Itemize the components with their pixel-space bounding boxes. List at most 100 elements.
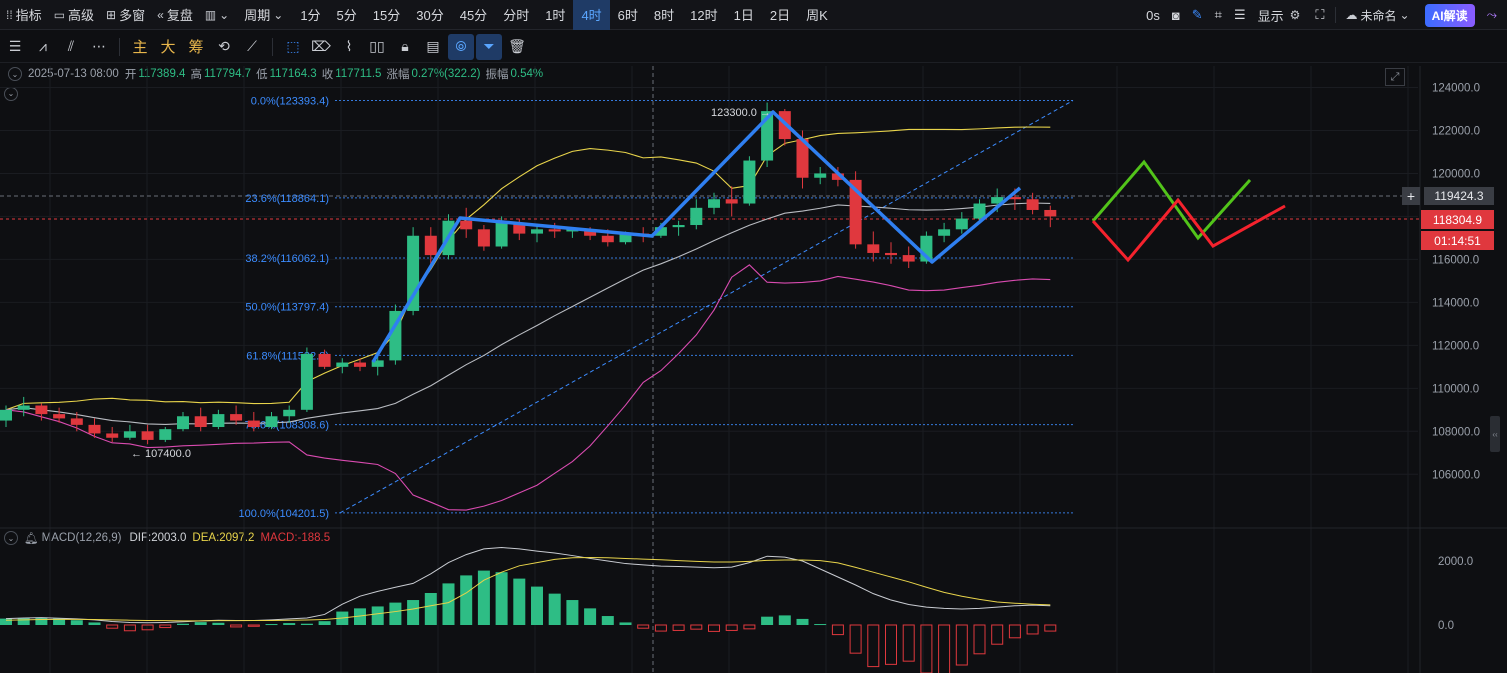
candle-body [17, 405, 30, 410]
period-tab-13[interactable]: 周K [798, 0, 836, 30]
period-tab-5[interactable]: 分时 [495, 0, 537, 30]
candle-body [867, 244, 880, 253]
scrollbar-handle[interactable]: ‹‹ [1490, 416, 1500, 452]
candle-body [35, 405, 48, 415]
indicators-button[interactable]: ⁞⁞ 指标 [0, 0, 48, 30]
chevron-down-icon: ⌄ [273, 7, 284, 22]
period-tab-7[interactable]: 4时 [573, 0, 610, 30]
multi-window-button[interactable]: ⊞ 多窗 [100, 0, 151, 30]
display-button[interactable]: 显示 ⚙ [1252, 0, 1310, 30]
period-tab-1[interactable]: 5分 [329, 0, 365, 30]
more-icon[interactable]: ⋯ [86, 34, 112, 60]
lock-icon[interactable]: 🔒︎ [392, 34, 418, 60]
timer-text: 0s [1146, 7, 1160, 23]
advanced-button[interactable]: ▭ 高级 [48, 0, 100, 30]
trend-drawings [371, 110, 1286, 363]
ohlc-info: ⌄ 2025-07-13 08:00 开 117389.4 高 117794.7 低… [8, 65, 548, 83]
macd-bar [318, 621, 331, 625]
price-tick-label: 120000.0 [1432, 168, 1480, 180]
candle-body [354, 362, 366, 367]
blue-trend-drawing [371, 110, 1022, 363]
fullscreen-chart-icon[interactable]: ⤢ [1385, 68, 1405, 86]
boll-lower-line [5, 264, 1051, 511]
candlesticks: 123300.0 → ← 107400.0 [0, 102, 1057, 460]
menu-icon[interactable]: ☰ [2, 34, 28, 60]
crosshair-add-icon[interactable]: + [1402, 187, 1420, 205]
macd-bar [601, 616, 614, 625]
macd-bar [177, 623, 189, 625]
period-tab-6[interactable]: 1时 [537, 0, 573, 30]
main-indicator-button[interactable]: 主 [127, 34, 153, 60]
macd-bar [902, 624, 915, 662]
macd-panel [0, 547, 1057, 673]
toolbar-right: 0s ◙ ✎ ⌗ ☰ 显示 ⚙ ⛶ ☁ 未命名 ⌄ AI解读 ⤳ [1140, 0, 1507, 30]
wave-icon[interactable]: ⩘ [30, 34, 56, 60]
macd-bar [814, 624, 827, 626]
candle-body [672, 225, 685, 228]
line-tool-icon[interactable]: ⫽ [58, 34, 84, 60]
collapse-icon[interactable]: ⌄ [4, 531, 18, 545]
cloud-save-button[interactable]: ☁ 未命名 ⌄ [1340, 0, 1419, 30]
period-dropdown[interactable]: 周期 ⌄ [238, 0, 292, 30]
magnet-icon[interactable]: ⦾ [448, 33, 474, 60]
candle-body [141, 431, 154, 440]
amplitude-value: 0.54% [510, 68, 544, 80]
camera-icon[interactable]: ◙ [1166, 0, 1186, 30]
period-tab-3[interactable]: 30分 [408, 0, 451, 30]
ai-interpret-button[interactable]: AI解读 [1424, 3, 1475, 27]
candle-body [123, 431, 136, 438]
chip-button[interactable]: 筹 [183, 34, 209, 60]
candle-body [442, 220, 455, 256]
chart-grid [0, 66, 1507, 673]
ruler-icon[interactable]: ⟋ [239, 34, 265, 60]
period-tab-12[interactable]: 2日 [762, 0, 798, 30]
collapse-icon[interactable]: ⌄ [8, 67, 22, 81]
macd-bar [1008, 624, 1021, 639]
candle-body [106, 433, 119, 438]
period-tab-2[interactable]: 15分 [365, 0, 408, 30]
filter-icon[interactable]: ⏷ [476, 33, 502, 60]
candle-body [743, 160, 756, 204]
expand-settings[interactable]: ⌄ [4, 85, 24, 101]
candle-body [336, 362, 349, 367]
note-icon[interactable]: ▤ [420, 34, 446, 60]
bell-icon[interactable]: 🔔︎ [24, 531, 39, 545]
fullscreen-icon[interactable]: ⛶ [1309, 0, 1330, 30]
cursor-icon[interactable]: ⬚ [280, 34, 306, 60]
trash-icon[interactable]: 🗑︎ [504, 34, 530, 60]
big-order-button[interactable]: 大 [155, 34, 181, 60]
period-tab-11[interactable]: 1日 [726, 0, 762, 30]
macd-bar [796, 618, 809, 625]
change-label: 涨幅 [386, 69, 410, 81]
macd-bar [354, 608, 366, 625]
candle-body [70, 418, 83, 425]
period-tab-4[interactable]: 45分 [452, 0, 495, 30]
change-value: 0.27%(322.2) [411, 68, 481, 80]
period-tab-8[interactable]: 6时 [610, 0, 646, 30]
period-tab-9[interactable]: 8时 [646, 0, 682, 30]
candle-body [477, 229, 490, 247]
open-value: 117389.4 [138, 68, 186, 80]
close-label: 收 [321, 69, 334, 81]
high-value: 117794.7 [203, 68, 252, 80]
pen-icon[interactable]: ✎ [1186, 0, 1209, 30]
replay-button[interactable]: «复盘 [151, 0, 199, 30]
macd-bar [336, 611, 349, 625]
period-tab-0[interactable]: 1分 [292, 0, 328, 30]
price-tick-label: 106000.0 [1432, 469, 1480, 481]
price-chart[interactable]: 0.0%(123393.4) 23.6%(118864.1) 38.2%(11606… [0, 0, 1507, 673]
chart-type-button[interactable]: ▥ ⌄ [199, 0, 238, 30]
replay-tool-icon[interactable]: ⟲ [211, 34, 237, 60]
macd-bar [867, 624, 880, 668]
eraser-icon[interactable]: ⌦ [308, 34, 334, 60]
list-icon[interactable]: ☰ [1228, 0, 1252, 30]
brush-icon[interactable]: ⌇ [336, 34, 362, 60]
period-tab-10[interactable]: 12时 [682, 0, 725, 30]
macd-bar [725, 624, 738, 631]
macd-name: MACD(12,26,9) [41, 532, 122, 544]
comment-icon[interactable]: ⌗ [1209, 0, 1228, 30]
candles-icon[interactable]: ▯▯ [364, 34, 390, 60]
price-axis: 124000.0122000.0120000.0118000.0116000.0… [1432, 82, 1480, 632]
share-icon[interactable]: ⤳ [1481, 0, 1507, 30]
macd-bar [690, 624, 703, 630]
